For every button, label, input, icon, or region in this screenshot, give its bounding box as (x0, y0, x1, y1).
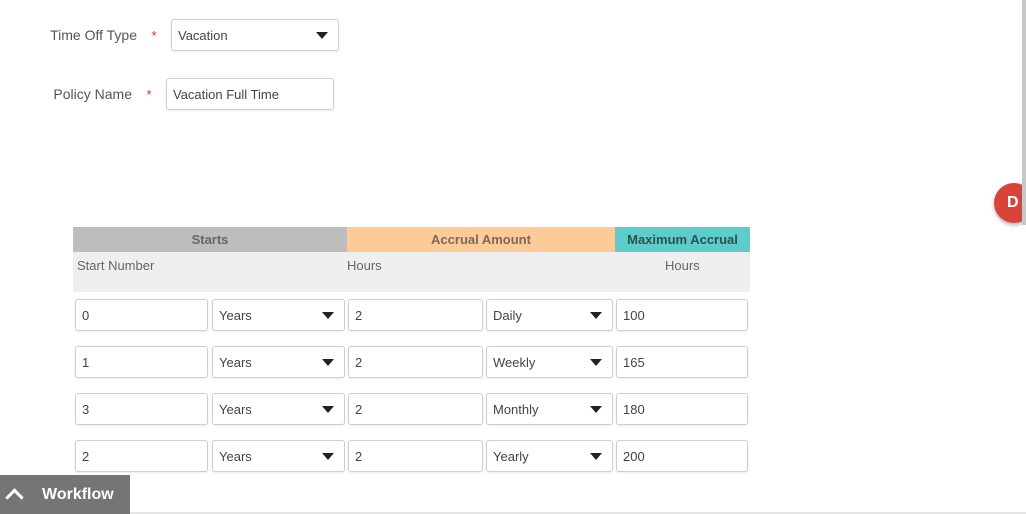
max-hours-value: 165 (623, 354, 645, 370)
scrollbar[interactable] (1022, 0, 1026, 225)
policy-name-input[interactable]: Vacation Full Time (166, 78, 334, 110)
time-off-type-label: Time Off Type (50, 27, 137, 43)
chevron-up-icon (5, 488, 24, 507)
frequency-select[interactable]: Monthly (486, 393, 613, 425)
policy-name-value: Vacation Full Time (173, 86, 279, 102)
unit-select[interactable]: Years (212, 393, 345, 425)
start-number-input[interactable]: 1 (75, 346, 208, 378)
accrual-hours-input[interactable]: 2 (348, 393, 483, 425)
policy-name-row: Policy Name * Vacation Full Time (0, 78, 334, 110)
chevron-down-icon (322, 311, 334, 319)
start-number-subheader: Start Number (77, 258, 155, 273)
unit-value: Years (219, 354, 252, 370)
frequency-select[interactable]: Daily (486, 299, 613, 331)
accrual-hours-value: 2 (355, 401, 363, 417)
max-hours-input[interactable]: 100 (616, 299, 748, 331)
workflow-label: Workflow (42, 485, 114, 503)
accrual-hours-value: 2 (355, 307, 363, 323)
start-number-value: 1 (82, 354, 90, 370)
chevron-down-icon (322, 358, 334, 366)
table-row: 3 Years 2 Monthly 180 (75, 393, 750, 425)
unit-select[interactable]: Years (212, 299, 345, 331)
max-hours-value: 180 (623, 401, 645, 417)
max-hours-input[interactable]: 180 (616, 393, 748, 425)
frequency-value: Yearly (493, 448, 529, 464)
start-number-input[interactable]: 0 (75, 299, 208, 331)
maximum-accrual-header: Maximum Accrual (615, 227, 750, 252)
table-row: 0 Years 2 Daily 100 (75, 299, 750, 331)
chevron-down-icon (590, 452, 602, 460)
workflow-toggle-button[interactable]: Workflow (0, 475, 130, 514)
time-off-type-row: Time Off Type * Vacation (5, 19, 339, 51)
table-header-row: Starts Accrual Amount Maximum Accrual (73, 227, 750, 252)
accrual-hours-value: 2 (355, 448, 363, 464)
required-marker: * (146, 86, 152, 102)
chevron-down-icon (590, 311, 602, 319)
required-marker: * (151, 27, 157, 43)
frequency-value: Monthly (493, 401, 539, 417)
max-hours-input[interactable]: 200 (616, 440, 748, 472)
frequency-value: Daily (493, 307, 522, 323)
max-hours-value: 100 (623, 307, 645, 323)
max-hours-subheader: Hours (665, 258, 700, 273)
start-number-value: 3 (82, 401, 90, 417)
accrual-amount-header: Accrual Amount (347, 227, 615, 252)
starts-header: Starts (73, 227, 347, 252)
accrual-hours-input[interactable]: 2 (348, 299, 483, 331)
unit-value: Years (219, 401, 252, 417)
frequency-select[interactable]: Yearly (486, 440, 613, 472)
start-number-value: 0 (82, 307, 90, 323)
accrual-hours-value: 2 (355, 354, 363, 370)
frequency-select[interactable]: Weekly (486, 346, 613, 378)
max-hours-input[interactable]: 165 (616, 346, 748, 378)
max-hours-value: 200 (623, 448, 645, 464)
chevron-down-icon (322, 452, 334, 460)
unit-value: Years (219, 448, 252, 464)
frequency-value: Weekly (493, 354, 536, 370)
policy-name-label: Policy Name (53, 86, 132, 102)
start-number-value: 2 (82, 448, 90, 464)
chevron-down-icon (322, 405, 334, 413)
time-off-type-select[interactable]: Vacation (171, 19, 339, 51)
chevron-down-icon (590, 358, 602, 366)
chevron-down-icon (316, 31, 328, 39)
table-row: 1 Years 2 Weekly 165 (75, 346, 750, 378)
start-number-input[interactable]: 2 (75, 440, 208, 472)
unit-select[interactable]: Years (212, 346, 345, 378)
accrual-hours-input[interactable]: 2 (348, 346, 483, 378)
hours-subheader: Hours (347, 258, 382, 273)
fab-label: D (1007, 194, 1019, 211)
accrual-table: Starts Accrual Amount Maximum Accrual St… (73, 227, 750, 292)
unit-value: Years (219, 307, 252, 323)
unit-select[interactable]: Years (212, 440, 345, 472)
accrual-hours-input[interactable]: 2 (348, 440, 483, 472)
table-subheader-row: Start Number Hours Hours (73, 252, 750, 292)
table-row: 2 Years 2 Yearly 200 (75, 440, 750, 472)
chevron-down-icon (590, 405, 602, 413)
time-off-type-value: Vacation (178, 27, 228, 43)
start-number-input[interactable]: 3 (75, 393, 208, 425)
